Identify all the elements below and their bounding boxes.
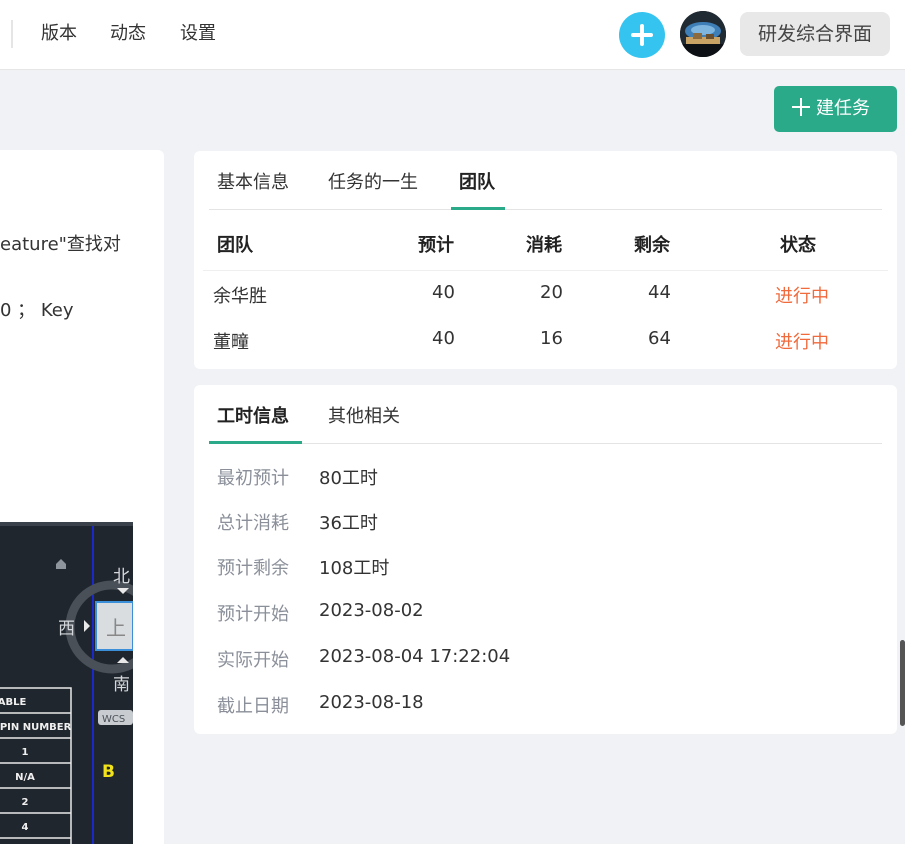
active-tab-indicator [451, 207, 505, 210]
top-navbar: 版本 动态 设置 研发综合界面 [0, 0, 905, 70]
description-text-line: eature"查找对 [0, 234, 121, 255]
member-name: 余华胜 [213, 286, 267, 307]
active-tab-indicator [209, 441, 302, 444]
description-text-line: 0 ； Key [0, 300, 74, 321]
column-header-team: 团队 [217, 235, 253, 256]
column-header-remaining: 剩余 [634, 235, 670, 256]
tab-team[interactable]: 团队 [459, 171, 495, 195]
info-value-total-consumed: 36工时 [319, 513, 378, 534]
info-label-estimated-remaining: 预计剩余 [217, 558, 289, 579]
info-label-total-consumed: 总计消耗 [217, 513, 289, 534]
info-label-planned-start: 预计开始 [217, 604, 289, 625]
column-header-consumed: 消耗 [526, 235, 562, 256]
cad-table-cell: R PIN NUMBER [0, 722, 72, 733]
status-badge: 进行中 [775, 286, 829, 307]
cad-table-cell: ABLE [0, 697, 26, 708]
tab-hours-info[interactable]: 工时信息 [217, 405, 289, 429]
info-label-initial-estimate: 最初预计 [217, 468, 289, 489]
info-value-deadline: 2023-08-18 [319, 692, 424, 713]
compass-south: 南 [113, 675, 130, 695]
member-estimate: 40 [432, 328, 455, 349]
scrollbar-thumb[interactable] [900, 640, 905, 726]
info-value-initial-estimate: 80工时 [319, 468, 378, 489]
nav-item-activity[interactable]: 动态 [110, 22, 146, 46]
nav-divider [11, 20, 13, 48]
cad-table-cell: N/A [15, 772, 35, 783]
cad-drawing: 北 西 上 南 WCS B ABLE R PIN NUMBER [0, 522, 133, 844]
info-label-deadline: 截止日期 [217, 696, 289, 717]
plus-icon [792, 98, 810, 116]
hours-card-tabs: 工时信息 其他相关 [209, 385, 882, 444]
tab-task-lifecycle[interactable]: 任务的一生 [328, 171, 418, 195]
tab-other-related[interactable]: 其他相关 [328, 405, 400, 429]
column-header-estimate: 预计 [418, 235, 454, 256]
table-divider [203, 270, 888, 271]
member-remaining: 44 [648, 282, 671, 303]
avatar-image [680, 11, 726, 57]
hours-card: 工时信息 其他相关 最初预计 80工时 总计消耗 36工时 预计剩余 108工时… [194, 385, 897, 734]
team-card-tabs: 基本信息 任务的一生 团队 [209, 151, 882, 210]
cad-table-cell: 2 [22, 797, 29, 808]
info-value-actual-start: 2023-08-04 17:22:04 [319, 646, 511, 667]
cad-table-cell: 1 [22, 747, 29, 758]
column-header-status: 状态 [780, 235, 816, 256]
task-description-panel: eature"查找对 0 ； Key 北 西 上 南 WCS B ABLE PI… [0, 150, 164, 844]
team-card: 基本信息 任务的一生 团队 团队 预计 消耗 剩余 状态 余华胜 40 20 4… [194, 151, 897, 369]
add-icon[interactable] [619, 12, 665, 58]
status-badge: 进行中 [775, 332, 829, 353]
member-consumed: 20 [540, 282, 563, 303]
nav-item-settings[interactable]: 设置 [180, 22, 216, 46]
project-switch-button[interactable]: 研发综合界面 [740, 12, 890, 56]
cad-screenshot: 北 西 上 南 WCS B ABLE R PIN NUMBER [0, 522, 133, 844]
tab-basic-info[interactable]: 基本信息 [217, 171, 289, 195]
info-label-actual-start: 实际开始 [217, 650, 289, 671]
member-remaining: 64 [648, 328, 671, 349]
member-name: 董疃 [213, 332, 249, 353]
compass-west: 西 [58, 619, 75, 639]
member-estimate: 40 [432, 282, 455, 303]
cad-marker: B [102, 762, 115, 782]
user-avatar[interactable] [680, 11, 726, 57]
info-value-planned-start: 2023-08-02 [319, 600, 424, 621]
compass-north: 北 [113, 567, 130, 587]
compass-center: 上 [106, 616, 126, 640]
cad-table-cell: 4 [22, 822, 29, 833]
nav-item-version[interactable]: 版本 [41, 22, 77, 46]
create-task-label: 建任务 [816, 98, 870, 119]
wcs-label: WCS [102, 714, 125, 725]
create-task-button[interactable]: 建任务 [774, 86, 897, 132]
member-consumed: 16 [540, 328, 563, 349]
info-value-estimated-remaining: 108工时 [319, 558, 390, 579]
